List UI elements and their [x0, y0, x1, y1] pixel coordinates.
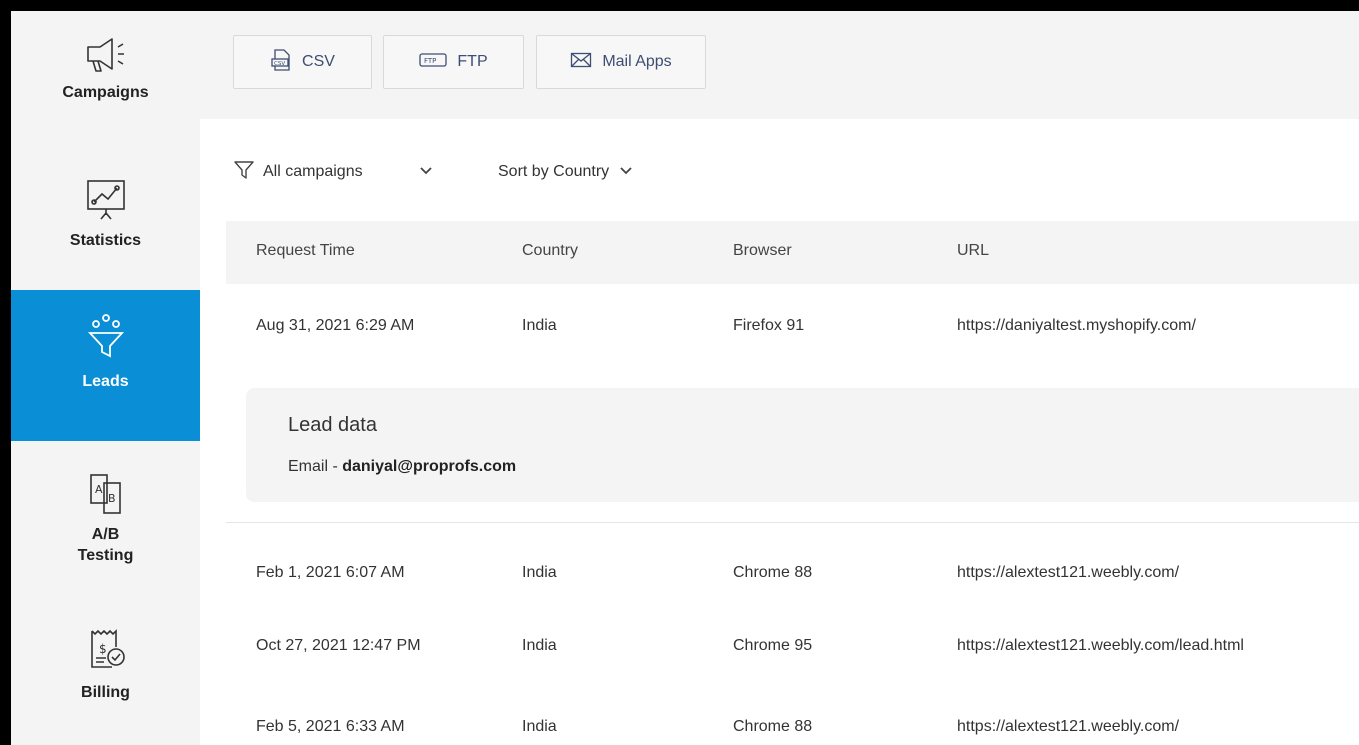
filter-bar: All campaigns Sort by Country: [233, 157, 633, 187]
cell-browser: Chrome 88: [733, 564, 813, 581]
csv-file-icon: CSV: [270, 48, 292, 77]
cell-country: India: [522, 637, 557, 654]
ftp-export-button[interactable]: FTP FTP: [383, 35, 524, 89]
sidebar-item-billing[interactable]: $ Billing: [11, 609, 200, 745]
sidebar-item-label: Statistics: [69, 232, 142, 249]
chevron-down-icon: [619, 163, 633, 181]
cell-browser: Firefox 91: [733, 317, 805, 334]
cell-request-time: Aug 31, 2021 6:29 AM: [256, 317, 415, 334]
cell-browser: Chrome 95: [733, 637, 813, 654]
table-row[interactable]: Feb 1, 2021 6:07 AM India Chrome 88 http…: [226, 544, 1359, 604]
column-header-request-time[interactable]: Request Time: [256, 242, 355, 260]
csv-export-button[interactable]: CSV CSV: [233, 35, 372, 89]
lead-email-prefix: Email -: [288, 458, 343, 475]
svg-text:B: B: [108, 492, 116, 505]
sidebar-item-campaigns[interactable]: Campaigns: [11, 11, 200, 131]
sidebar-item-label: Billing: [81, 684, 130, 701]
cell-request-time: Feb 5, 2021 6:33 AM: [256, 718, 405, 735]
envelope-icon: [570, 51, 592, 74]
svg-text:A: A: [95, 483, 103, 496]
chart-presentation-icon: [82, 175, 130, 228]
lead-data-panel: Lead data Email - daniyal@proprofs.com: [246, 388, 1359, 502]
table-row[interactable]: Oct 27, 2021 12:47 PM India Chrome 95 ht…: [226, 617, 1359, 677]
campaign-filter-dropdown[interactable]: All campaigns: [233, 160, 473, 185]
filter-icon: [233, 160, 255, 185]
lead-data-title: Lead data: [288, 414, 377, 436]
svg-text:$: $: [99, 642, 107, 656]
cell-country: India: [522, 564, 557, 581]
csv-button-label: CSV: [302, 53, 335, 70]
chevron-down-icon: [419, 163, 433, 181]
campaign-filter-label: All campaigns: [263, 163, 363, 180]
export-toolbar: CSV CSV FTP FTP Mail Apps: [200, 11, 1359, 119]
cell-request-time: Oct 27, 2021 12:47 PM: [256, 637, 421, 654]
column-header-country[interactable]: Country: [522, 242, 578, 260]
sidebar: Campaigns Statistics Leads A B A/B Testi…: [11, 11, 200, 745]
svg-text:FTP: FTP: [424, 57, 436, 65]
cell-country: India: [522, 317, 557, 334]
sidebar-item-statistics[interactable]: Statistics: [11, 161, 200, 281]
cell-url[interactable]: https://alextest121.weebly.com/: [957, 564, 1179, 582]
sidebar-item-ab-testing[interactable]: A B A/B Testing: [11, 441, 200, 591]
sidebar-item-label: A/B Testing: [77, 526, 134, 564]
row-divider: [226, 522, 1359, 523]
sidebar-item-leads[interactable]: Leads: [11, 290, 200, 441]
lead-email-value: daniyal@proprofs.com: [342, 458, 517, 475]
table-row[interactable]: Feb 5, 2021 6:33 AM India Chrome 88 http…: [226, 698, 1359, 745]
mail-apps-button[interactable]: Mail Apps: [536, 35, 706, 89]
table-row[interactable]: Aug 31, 2021 6:29 AM India Firefox 91 ht…: [226, 297, 1359, 357]
cell-url[interactable]: https://alextest121.weebly.com/lead.html: [957, 637, 1244, 655]
lead-email-line: Email - daniyal@proprofs.com: [288, 458, 516, 476]
cell-country: India: [522, 718, 557, 735]
ftp-icon: FTP: [419, 52, 448, 73]
table-header: Request Time Country Browser URL: [226, 221, 1359, 284]
ftp-button-label: FTP: [457, 53, 488, 70]
mail-apps-button-label: Mail Apps: [602, 53, 672, 70]
cell-browser: Chrome 88: [733, 718, 813, 735]
sidebar-item-label: Leads: [82, 373, 129, 390]
sidebar-item-label: Campaigns: [62, 84, 149, 101]
sort-label: Sort by Country: [498, 163, 610, 180]
svg-text:CSV: CSV: [274, 61, 285, 67]
cell-url[interactable]: https://alextest121.weebly.com/: [957, 718, 1179, 736]
cell-request-time: Feb 1, 2021 6:07 AM: [256, 564, 405, 581]
funnel-icon: [82, 308, 130, 369]
sort-dropdown[interactable]: Sort by Country: [498, 163, 633, 181]
column-header-url[interactable]: URL: [957, 242, 989, 260]
column-header-browser[interactable]: Browser: [733, 242, 792, 260]
megaphone-icon: [82, 33, 130, 80]
ab-test-icon: A B: [82, 471, 130, 522]
cell-url[interactable]: https://daniyaltest.myshopify.com/: [957, 317, 1196, 335]
billing-receipt-icon: $: [82, 625, 130, 680]
